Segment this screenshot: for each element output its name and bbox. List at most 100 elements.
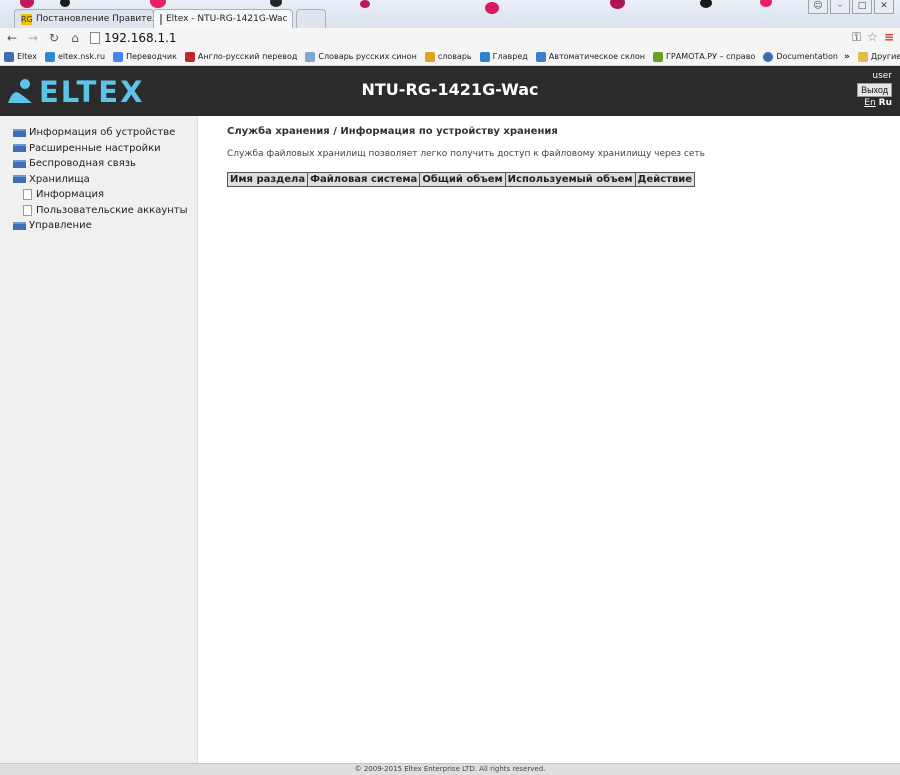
page-title: Служба хранения / Информация по устройст…: [227, 126, 558, 137]
folder-icon: [13, 159, 26, 168]
column-header: Имя раздела: [226, 172, 309, 187]
bookmark-label: Eltex: [17, 52, 37, 61]
bookmark-label: ГРАМОТА.РУ – справо: [666, 52, 756, 61]
sidebar-item-wireless[interactable]: Беспроводная связь: [0, 156, 197, 172]
bookmark-item[interactable]: Словарь русских синон: [305, 51, 417, 62]
bookmark-item[interactable]: Англо-русский перевод: [184, 51, 298, 62]
theme-flower: [150, 0, 166, 8]
bookmark-item[interactable]: ГРАМОТА.РУ – справо: [653, 51, 756, 62]
bookmark-icon: [44, 51, 55, 62]
page-info-icon: [90, 32, 100, 44]
bookmark-label: Словарь русских синон: [318, 52, 417, 61]
page-icon: [23, 189, 32, 201]
home-icon[interactable]: ⌂: [69, 31, 81, 45]
bookmark-icon: [763, 51, 774, 62]
bookmark-label: Англо-русский перевод: [197, 52, 298, 61]
back-arrow-icon[interactable]: ←: [6, 31, 18, 45]
sidebar-item-label: Информация об устройстве: [29, 127, 176, 139]
storage-table: Имя раздела Файловая система Общий объем…: [226, 172, 696, 187]
maximize-icon[interactable]: □: [852, 0, 872, 14]
column-header: Файловая система: [307, 172, 421, 187]
other-bookmarks-folder[interactable]: Другие закладки: [857, 51, 900, 62]
nav-right-icons: ⚿ ☆ ≡: [852, 30, 894, 45]
tab-label: Eltex - NTU-RG-1421G-Wac: [166, 14, 288, 24]
bookmark-icon: [113, 51, 124, 62]
bookmark-item[interactable]: словарь: [424, 51, 472, 62]
theme-flower: [270, 0, 282, 7]
rg-favicon-icon: RG: [21, 13, 33, 25]
reload-icon[interactable]: ↻: [48, 31, 60, 45]
sidebar-item-storage-info[interactable]: Информация: [0, 187, 197, 203]
bookmark-label: eltex.nsk.ru: [57, 52, 106, 61]
theme-flower: [760, 0, 772, 7]
bookmark-label: Другие закладки: [870, 52, 900, 61]
column-header: Общий объем: [419, 172, 506, 187]
sidebar-item-advanced-settings[interactable]: Расширенные настройки: [0, 141, 197, 157]
username: user: [872, 71, 892, 81]
forward-arrow-icon[interactable]: →: [27, 31, 39, 45]
device-model-title: NTU-RG-1421G-Wac: [361, 80, 539, 99]
bookmark-icon: [4, 51, 14, 62]
bookmark-item[interactable]: Переводчик: [113, 51, 177, 62]
bookmark-item[interactable]: Eltex: [4, 51, 37, 62]
lang-en-link[interactable]: En: [864, 98, 875, 108]
theme-flower: [20, 0, 34, 8]
theme-flower: [485, 2, 499, 14]
bookmark-icon: [305, 51, 316, 62]
theme-flower: [700, 0, 712, 8]
bookmark-item[interactable]: Documentation: [763, 51, 838, 62]
user-block: user Выход En Ru: [857, 71, 892, 108]
tab-postanovlenie[interactable]: RG Постановление Правитель ✕: [14, 9, 181, 28]
bookmark-item[interactable]: Главред: [479, 51, 528, 62]
page-icon: [23, 204, 32, 216]
sidebar-item-label: Беспроводная связь: [29, 158, 136, 170]
bookmark-item[interactable]: Автоматическое склон: [535, 51, 646, 62]
theme-flower: [60, 0, 70, 7]
new-tab-button[interactable]: [296, 9, 326, 28]
menu-icon[interactable]: ≡: [884, 30, 894, 45]
theme-flower: [360, 0, 370, 8]
sidebar-item-label: Пользовательские аккаунты: [36, 204, 188, 216]
sidebar-item-device-info[interactable]: Информация об устройстве: [0, 125, 197, 141]
sidebar-item-storage[interactable]: Хранилища: [0, 172, 197, 188]
bookmark-label: Documentation: [776, 52, 838, 61]
logout-button[interactable]: Выход: [857, 83, 892, 97]
page-description: Служба файловых хранилищ позволяет легко…: [227, 149, 705, 159]
copyright-footer: © 2009-2015 Eltex Enterprise LTD. All ri…: [0, 763, 900, 775]
sidebar-item-user-accounts[interactable]: Пользовательские аккаунты: [0, 203, 197, 219]
folder-icon: [13, 128, 26, 137]
sidebar-item-label: Хранилища: [29, 173, 90, 185]
profile-icon[interactable]: ☺: [808, 0, 828, 14]
bookmark-label: словарь: [437, 52, 472, 61]
lang-ru-current: Ru: [878, 98, 892, 108]
minimize-icon[interactable]: –: [830, 0, 850, 14]
address-bar[interactable]: 192.168.1.1: [90, 31, 177, 45]
language-switch: En Ru: [857, 98, 892, 108]
bookmark-label: Автоматическое склон: [548, 52, 646, 61]
tab-eltex[interactable]: Eltex - NTU-RG-1421G-Wac ✕: [153, 9, 305, 28]
main-content: Служба хранения / Информация по устройст…: [226, 126, 887, 187]
bookmark-label: Главред: [492, 52, 528, 61]
more-bookmarks-icon[interactable]: »: [844, 52, 850, 62]
folder-icon: [13, 144, 26, 153]
browser-navbar: ← → ↻ ⌂ 192.168.1.1 ⚿ ☆ ≡: [0, 28, 900, 48]
star-icon[interactable]: ☆: [867, 30, 878, 45]
bookmark-icon: [424, 51, 435, 62]
sidebar-item-label: Информация: [36, 189, 105, 201]
bookmarks-bar: Eltex eltex.nsk.ru Переводчик Англо-русс…: [0, 48, 900, 66]
sidebar-item-management[interactable]: Управление: [0, 218, 197, 234]
bookmark-icon: [479, 51, 490, 62]
browser-titlebar: RG Постановление Правитель ✕ Eltex - NTU…: [0, 0, 900, 28]
sidebar-item-label: Управление: [29, 220, 92, 232]
key-icon[interactable]: ⚿: [852, 30, 861, 45]
url-text[interactable]: 192.168.1.1: [104, 31, 177, 45]
bookmark-item[interactable]: eltex.nsk.ru: [44, 51, 106, 62]
tab-label: Постановление Правитель: [36, 14, 164, 24]
bookmark-label: Переводчик: [126, 52, 177, 61]
column-header: Используемый объем: [504, 172, 636, 187]
close-window-icon[interactable]: ✕: [874, 0, 894, 14]
folder-icon: [857, 51, 868, 62]
bookmark-icon: [535, 51, 546, 62]
column-header: Действие: [634, 172, 696, 187]
open-folder-icon: [13, 175, 26, 184]
